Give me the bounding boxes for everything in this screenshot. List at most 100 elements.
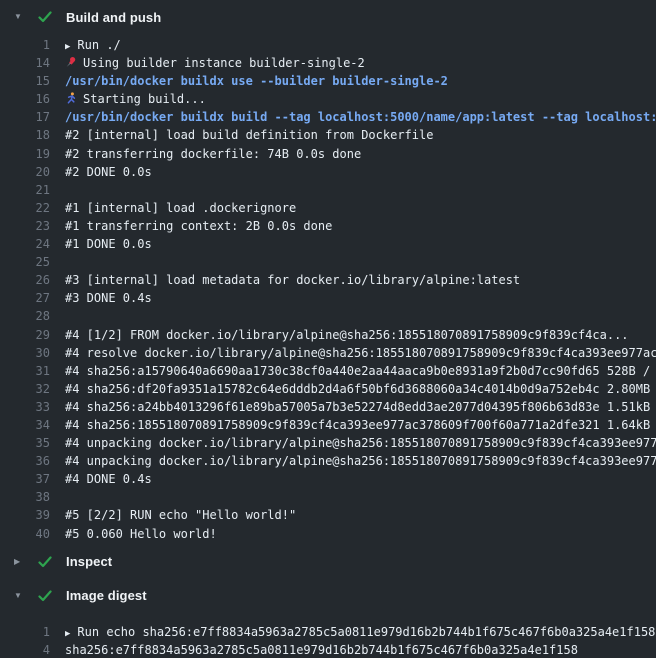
log-text: #1 [internal] load .dockerignore (50, 199, 656, 217)
log-line: 40#5 0.060 Hello world! (0, 525, 656, 543)
log-line: 32 #4 sha256:df20fa9351a15782c64e6dddb2d4… (0, 380, 656, 398)
line-number[interactable]: 15 (0, 72, 50, 90)
log-line: 19 #2 transferring dockerfile: 74B 0.0s d… (0, 145, 656, 163)
log-text: #4 sha256:df20fa9351a15782c64e6dddb2d4a6… (50, 380, 656, 398)
log-text-content: #4 sha256:df20fa9351a15782c64e6dddb2d4a6… (65, 382, 656, 396)
pushpin-icon (65, 55, 77, 73)
runner-icon (65, 91, 77, 109)
log-text-content: #4 sha256:a24bb4013296f61e89ba57005a7b3e… (65, 400, 656, 414)
line-number[interactable]: 27 (0, 289, 50, 307)
log-text: Starting build... (50, 90, 656, 109)
line-number[interactable]: 28 (0, 307, 50, 325)
line-number[interactable]: 32 (0, 380, 50, 398)
log-text-content: #4 unpacking docker.io/library/alpine@sh… (65, 436, 656, 450)
line-number[interactable]: 19 (0, 145, 50, 163)
log-text-content: #2 DONE 0.0s (65, 165, 152, 179)
log-line: 26 #3 [internal] load metadata for docker… (0, 271, 656, 289)
log-line: 29 #4 [1/2] FROM docker.io/library/alpine… (0, 326, 656, 344)
chevron-right-icon[interactable]: ▶ (14, 558, 25, 566)
log-text: /usr/bin/docker buildx build --tag local… (50, 108, 656, 126)
log-text-content: Starting build... (83, 92, 206, 106)
log-line: 28 (0, 307, 656, 325)
line-number[interactable]: 26 (0, 271, 50, 289)
line-number[interactable]: 23 (0, 217, 50, 235)
line-number[interactable]: 36 (0, 452, 50, 470)
log-text: #2 [internal] load build definition from… (50, 126, 656, 144)
log-text: #4 resolve docker.io/library/alpine@sha2… (50, 344, 656, 362)
section-title: Build and push (66, 10, 161, 25)
log-line: 21 (0, 181, 656, 199)
log-text-content: #3 [internal] load metadata for docker.i… (65, 273, 520, 287)
log-text-content: #2 transferring dockerfile: 74B 0.0s don… (65, 147, 361, 161)
log-line: 33 #4 sha256:a24bb4013296f61e89ba57005a7b… (0, 398, 656, 416)
log-line: 4sha256:e7ff8834a5963a2785c5a0811e979d16… (0, 641, 656, 658)
line-number[interactable]: 25 (0, 253, 50, 271)
line-number[interactable]: 24 (0, 235, 50, 253)
check-success-icon (38, 11, 52, 23)
line-number[interactable]: 33 (0, 398, 50, 416)
log-line: 14 Using builder instance builder-single-… (0, 54, 656, 72)
line-number[interactable]: 39 (0, 506, 50, 524)
log-text-content: Run echo sha256:e7ff8834a5963a2785c5a081… (77, 625, 655, 639)
log-text: #1 DONE 0.0s (50, 235, 656, 253)
log-text: #4 unpacking docker.io/library/alpine@sh… (50, 434, 656, 452)
log-text-content: Using builder instance builder-single-2 (83, 56, 365, 70)
line-number[interactable]: 40 (0, 525, 50, 543)
line-number[interactable]: 35 (0, 434, 50, 452)
log-line: 1 ▶ Run ./ (0, 36, 656, 54)
log-line: 25 (0, 253, 656, 271)
log-lines-image-digest: 1 ▶ Run echo sha256:e7ff8834a5963a2785c5a0… (0, 621, 656, 658)
line-number[interactable]: 31 (0, 362, 50, 380)
log-text: ▶ Run ./ (50, 36, 656, 56)
section-header-image-digest[interactable]: ▼ Image digest (0, 579, 656, 613)
line-number[interactable]: 38 (0, 488, 50, 506)
log-text: #4 sha256:a24bb4013296f61e89ba57005a7b3e… (50, 398, 656, 416)
line-number[interactable]: 17 (0, 108, 50, 126)
line-number[interactable]: 20 (0, 163, 50, 181)
log-text-content: /usr/bin/docker buildx build --tag local… (65, 110, 656, 124)
line-number[interactable]: 4 (0, 641, 50, 658)
log-text-content: #4 sha256:a15790640a6690aa1730c38cf0a440… (65, 364, 656, 378)
log-text: #4 unpacking docker.io/library/alpine@sh… (50, 452, 656, 470)
run-group-arrow-icon[interactable]: ▶ (65, 629, 70, 639)
log-line: 24#1 DONE 0.0s (0, 235, 656, 253)
log-text: Using builder instance builder-single-2 (50, 54, 656, 73)
log-lines-build-and-push: 1 ▶ Run ./ 14 Using builder instance builder… (0, 34, 656, 545)
log-line: 20 #2 DONE 0.0s (0, 163, 656, 181)
log-line: 38 (0, 488, 656, 506)
log-text-content: #4 [1/2] FROM docker.io/library/alpine@s… (65, 328, 629, 342)
log-text-content: #5 [2/2] RUN echo "Hello world!" (65, 508, 296, 522)
workflow-log-viewer: ▼ Build and push 1▶Run ./14Using builder… (0, 0, 656, 658)
line-number[interactable]: 1 (0, 36, 50, 54)
log-text-content: Run ./ (77, 38, 120, 52)
line-number[interactable]: 18 (0, 126, 50, 144)
log-text: #4 DONE 0.4s (50, 470, 656, 488)
log-text: #3 [internal] load metadata for docker.i… (50, 271, 656, 289)
run-group-arrow-icon[interactable]: ▶ (65, 42, 70, 52)
log-line: 37#4 DONE 0.4s (0, 470, 656, 488)
log-line: 35 #4 unpacking docker.io/library/alpine@… (0, 434, 656, 452)
section-build-and-push: ▼ Build and push 1 ▶ Run ./ 14 Using builder… (0, 0, 656, 545)
line-number[interactable]: 29 (0, 326, 50, 344)
log-line: 22#1 [internal] load .dockerignore (0, 199, 656, 217)
log-text-content: #4 unpacking docker.io/library/alpine@sh… (65, 454, 656, 468)
line-number[interactable]: 21 (0, 181, 50, 199)
log-line: 39 #5 [2/2] RUN echo "Hello world!" (0, 506, 656, 524)
line-number[interactable]: 1 (0, 623, 50, 641)
line-number[interactable]: 16 (0, 90, 50, 108)
line-number[interactable]: 34 (0, 416, 50, 434)
line-number[interactable]: 22 (0, 199, 50, 217)
log-line: 1 ▶ Run echo sha256:e7ff8834a5963a2785c5a0… (0, 623, 656, 641)
line-number[interactable]: 14 (0, 54, 50, 72)
section-title: Image digest (66, 588, 147, 603)
section-image-digest: ▼ Image digest 1 ▶ Run echo sha256:e7ff883… (0, 579, 656, 658)
line-number[interactable]: 37 (0, 470, 50, 488)
log-text-content: #3 DONE 0.4s (65, 291, 152, 305)
chevron-down-icon[interactable]: ▼ (14, 13, 25, 21)
chevron-down-icon[interactable]: ▼ (14, 592, 25, 600)
log-text: #3 DONE 0.4s (50, 289, 656, 307)
section-header-build-and-push[interactable]: ▼ Build and push (0, 0, 656, 34)
line-number[interactable]: 30 (0, 344, 50, 362)
log-line: 17/usr/bin/docker buildx build --tag loc… (0, 108, 656, 126)
section-header-inspect[interactable]: ▶ Inspect (0, 545, 656, 579)
